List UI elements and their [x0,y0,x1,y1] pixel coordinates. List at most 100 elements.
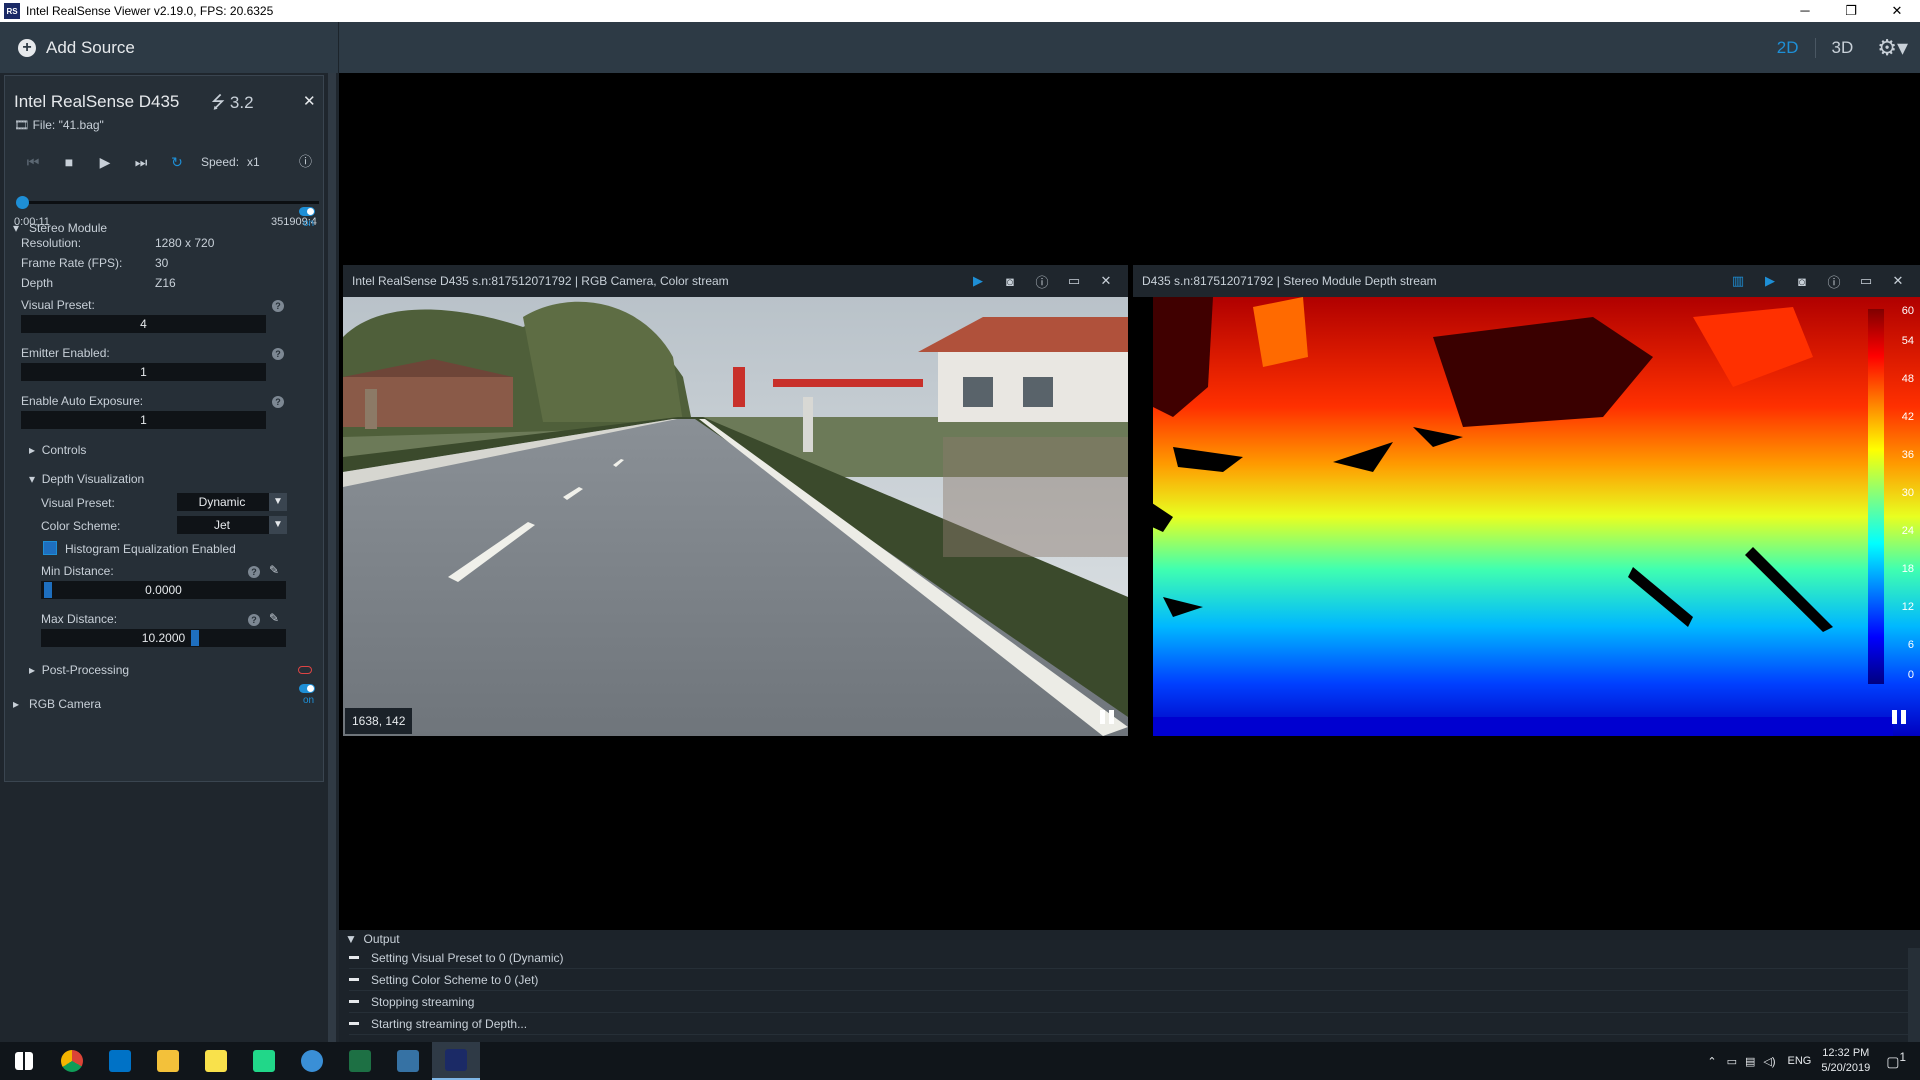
speed-label: Speed: [201,155,240,169]
resolution-label: Resolution: [21,236,82,250]
depth-scale-labels: 60 54 48 42 36 30 24 18 12 6 0 [1886,305,1918,685]
view-2d-button[interactable]: 2D [1761,37,1816,58]
dv-scheme-select[interactable]: Jet ▼ [177,516,287,534]
camera-snapshot-icon[interactable]: ◙ [994,274,1026,289]
depth-stream-image[interactable]: 60 54 48 42 36 30 24 18 12 6 0 [1133,297,1920,736]
outlook-icon[interactable] [96,1042,144,1080]
auto-exposure-field[interactable]: 1 [21,411,266,429]
log-text: Starting streaming of Depth... [371,1016,528,1031]
sticky-notes-icon[interactable] [192,1042,240,1080]
playback-controls: ⏮ ■ ▶ ⏭ ↻ Speed: x1 ⓘ [15,151,315,173]
minimize-button[interactable]: ─ [1782,0,1828,22]
info-icon[interactable]: ⓘ [1818,272,1850,291]
speed-value[interactable]: x1 [247,155,260,169]
search-app-icon[interactable] [288,1042,336,1080]
help-icon[interactable]: ? [248,614,260,626]
notification-count: 1 [1899,1051,1906,1065]
histogram-icon[interactable]: ▥ [1722,273,1754,289]
help-icon[interactable]: ? [272,348,284,360]
help-icon[interactable]: ? [248,566,260,578]
close-window-button[interactable]: ✕ [1874,0,1920,22]
log-line: Setting Color Scheme to 0 (Jet) [349,969,1909,991]
rgb-camera-toggle[interactable] [299,684,315,693]
play-icon[interactable]: ▶ [1754,273,1786,289]
python-icon[interactable] [384,1042,432,1080]
file-explorer-icon[interactable] [144,1042,192,1080]
edit-icon[interactable]: ✎ [269,563,279,577]
seek-handle[interactable] [16,196,29,209]
max-distance-slider[interactable]: 10.2000 [41,629,286,647]
output-header[interactable]: ▼ Output [345,932,400,946]
emitter-field[interactable]: 1 [21,363,266,381]
maximize-icon[interactable]: ▭ [1850,273,1882,289]
pycharm-icon[interactable] [240,1042,288,1080]
post-processing-toggle[interactable] [298,666,312,674]
close-icon[interactable]: ✕ [1090,273,1122,289]
dash-icon [349,1000,359,1003]
windows-start-icon[interactable] [0,1042,48,1080]
post-processing-header[interactable]: ▸ Post-Processing [29,663,129,677]
realsense-taskbar-icon[interactable] [432,1042,480,1080]
scale-tick: 42 [1901,411,1914,423]
file-label: 🎞 File: "41.bag" [14,118,104,132]
depth-vis-header[interactable]: ▾ Depth Visualization [29,472,144,486]
color-stream-title: Intel RealSense D435 s.n:817512071792 | … [352,274,729,288]
controls-header[interactable]: ▸ Controls [29,443,86,457]
maximize-icon[interactable]: ▭ [1058,273,1090,289]
play-icon[interactable]: ▶ [962,273,994,289]
dv-preset-select[interactable]: Dynamic ▼ [177,493,287,511]
dash-icon [349,956,359,959]
maximize-button[interactable]: ❐ [1828,0,1874,22]
volume-icon[interactable]: ◁) [1763,1055,1775,1068]
skip-back-icon[interactable]: ⏮ [15,154,51,171]
seek-bar[interactable] [21,201,319,204]
stop-icon[interactable]: ■ [51,154,87,170]
scale-tick: 54 [1901,335,1914,347]
help-icon[interactable]: ? [272,396,284,408]
network-icon[interactable]: ▤ [1745,1055,1755,1068]
output-scrollbar[interactable] [1908,948,1920,1042]
view-3d-button[interactable]: 3D [1816,38,1870,58]
close-icon[interactable]: ✕ [1882,273,1914,289]
chrome-icon[interactable] [48,1042,96,1080]
tray-chevron-icon[interactable]: ⌃ [1707,1055,1716,1068]
max-slider-handle[interactable] [191,630,199,646]
dv-preset-value: Dynamic [198,495,246,509]
visual-preset-field[interactable]: 4 [21,315,266,333]
help-icon[interactable]: ? [272,300,284,312]
pause-icon[interactable] [1100,710,1114,724]
dv-scheme-value: Jet [213,518,230,532]
sidebar-scrollbar[interactable] [328,73,336,1042]
color-stream-image[interactable]: 1638, 142 [343,297,1128,736]
battery-icon[interactable]: ▭ [1727,1055,1737,1068]
windows-taskbar: ⌃ ▭ ▤ ◁) ENG 12:32 PM 5/20/2019 ▢1 [0,1042,1920,1080]
rgb-camera-header[interactable]: ▸ RGB Camera [13,697,101,711]
min-distance-slider[interactable]: 0.0000 [41,581,286,599]
settings-gear-icon[interactable]: ⚙▾ [1869,35,1920,61]
scale-tick: 30 [1901,487,1914,499]
log-line: Stopping streaming [349,991,1909,1013]
pause-icon[interactable] [1892,710,1906,724]
add-source-button[interactable]: + Add Source [0,22,339,73]
scale-tick: 6 [1907,639,1914,651]
histogram-checkbox[interactable] [43,541,57,555]
edit-icon[interactable]: ✎ [269,611,279,625]
info-icon[interactable]: ⓘ [299,151,312,170]
camera-snapshot-icon[interactable]: ◙ [1786,274,1818,289]
step-forward-icon[interactable]: ⏭ [123,154,159,171]
loop-icon[interactable]: ↻ [159,154,195,171]
chevron-down-icon: ▼ [269,493,287,511]
play-icon[interactable]: ▶ [87,154,123,171]
excel-icon[interactable] [336,1042,384,1080]
log-line: Starting streaming of Depth... [349,1013,1909,1035]
notifications-icon[interactable]: ▢1 [1886,1051,1906,1071]
stereo-module-header[interactable]: ▾ Stereo Module [13,221,107,235]
visual-preset-label: Visual Preset: [21,298,95,312]
min-slider-handle[interactable] [44,582,52,598]
info-icon[interactable]: ⓘ [1026,272,1058,291]
close-device-icon[interactable]: ✕ [303,92,316,110]
language-indicator[interactable]: ENG [1788,1055,1812,1067]
stereo-module-toggle[interactable] [299,207,315,216]
clock[interactable]: 12:32 PM 5/20/2019 [1821,1046,1870,1076]
min-distance-label: Min Distance: [41,564,114,578]
